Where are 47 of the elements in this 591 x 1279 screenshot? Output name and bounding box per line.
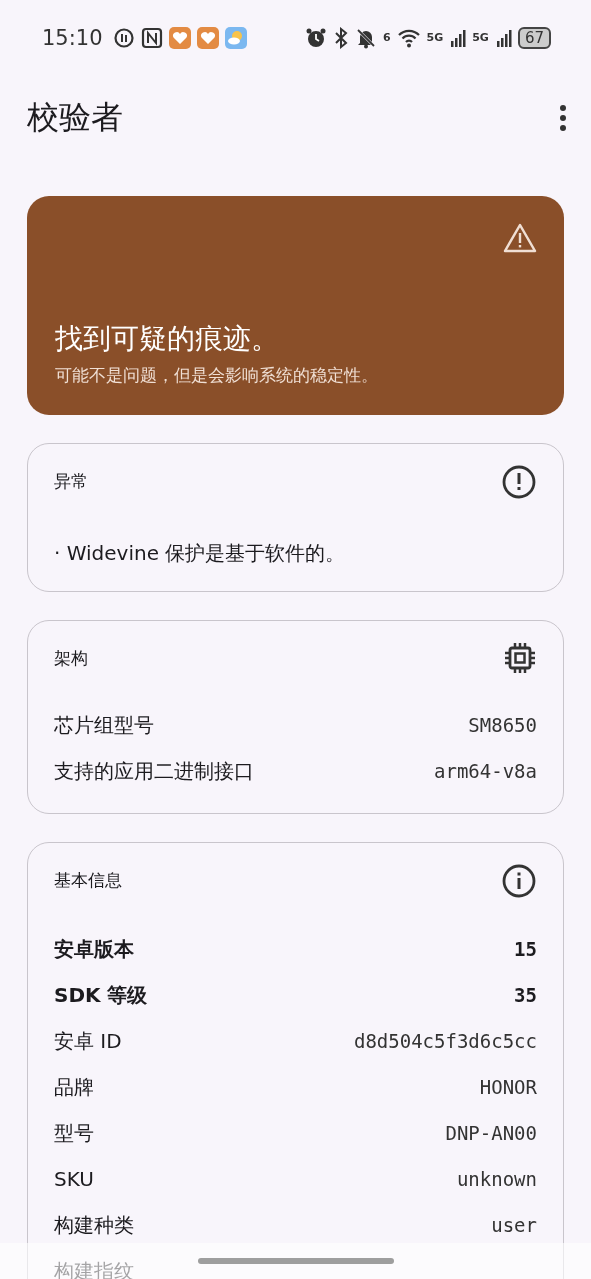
card-title: 异常 <box>54 470 88 493</box>
info-value: 35 <box>514 984 537 1006</box>
heart-app-icon <box>168 26 191 49</box>
anomaly-text: · Widevine 保护是基于软件的。 <box>54 540 347 567</box>
wifi-label: 6 <box>382 31 391 44</box>
info-label: SKU <box>54 1167 94 1191</box>
signal-icon <box>494 28 512 47</box>
warning-message: 可能不是问题，但是会影响系统的稳定性。 <box>55 364 379 387</box>
warning-icon <box>502 222 538 254</box>
more-icon[interactable] <box>557 102 569 133</box>
info-value: d8d504c5f3d6c5cc <box>353 1030 537 1052</box>
card-title: 架构 <box>54 647 88 670</box>
bluetooth-icon <box>332 26 349 49</box>
info-label: 型号 <box>54 1119 94 1147</box>
data-saver-icon <box>112 26 135 49</box>
home-handle[interactable] <box>197 1258 394 1264</box>
heart-app-icon <box>196 26 219 49</box>
warning-title: 找到可疑的痕迹。 <box>55 321 280 357</box>
info-value: DNP-AN00 <box>445 1122 537 1144</box>
info-label: 安卓版本 <box>54 935 134 963</box>
info-value: SM8650 <box>468 714 537 736</box>
nfc-icon <box>140 26 163 49</box>
card-title: 基本信息 <box>54 869 122 892</box>
info-label: 芯片组型号 <box>54 711 154 739</box>
app-title: 校验者 <box>27 96 124 138</box>
status-time: 15:10 <box>42 25 103 50</box>
network-label: 5G <box>472 31 489 44</box>
info-value: unknown <box>456 1168 537 1190</box>
alert-circle-icon <box>501 464 537 500</box>
info-value: 15 <box>514 938 537 960</box>
info-label: 构建种类 <box>54 1211 134 1239</box>
info-value: arm64-v8a <box>434 760 537 782</box>
info-label: SDK 等级 <box>54 981 148 1009</box>
wifi-icon <box>396 27 421 48</box>
info-value: HONOR <box>479 1076 537 1098</box>
alarm-icon <box>304 26 327 49</box>
info-label: 安卓 ID <box>54 1027 122 1055</box>
network-label: 5G <box>426 31 444 44</box>
muted-bell-icon <box>354 26 377 49</box>
chip-icon <box>503 641 537 675</box>
info-label: 品牌 <box>54 1073 94 1101</box>
battery-indicator: 67 <box>517 26 551 49</box>
info-icon <box>501 863 537 899</box>
weather-app-icon <box>224 26 247 49</box>
info-value: user <box>491 1214 537 1236</box>
info-label: 支持的应用二进制接口 <box>54 757 254 785</box>
signal-icon <box>449 28 467 47</box>
